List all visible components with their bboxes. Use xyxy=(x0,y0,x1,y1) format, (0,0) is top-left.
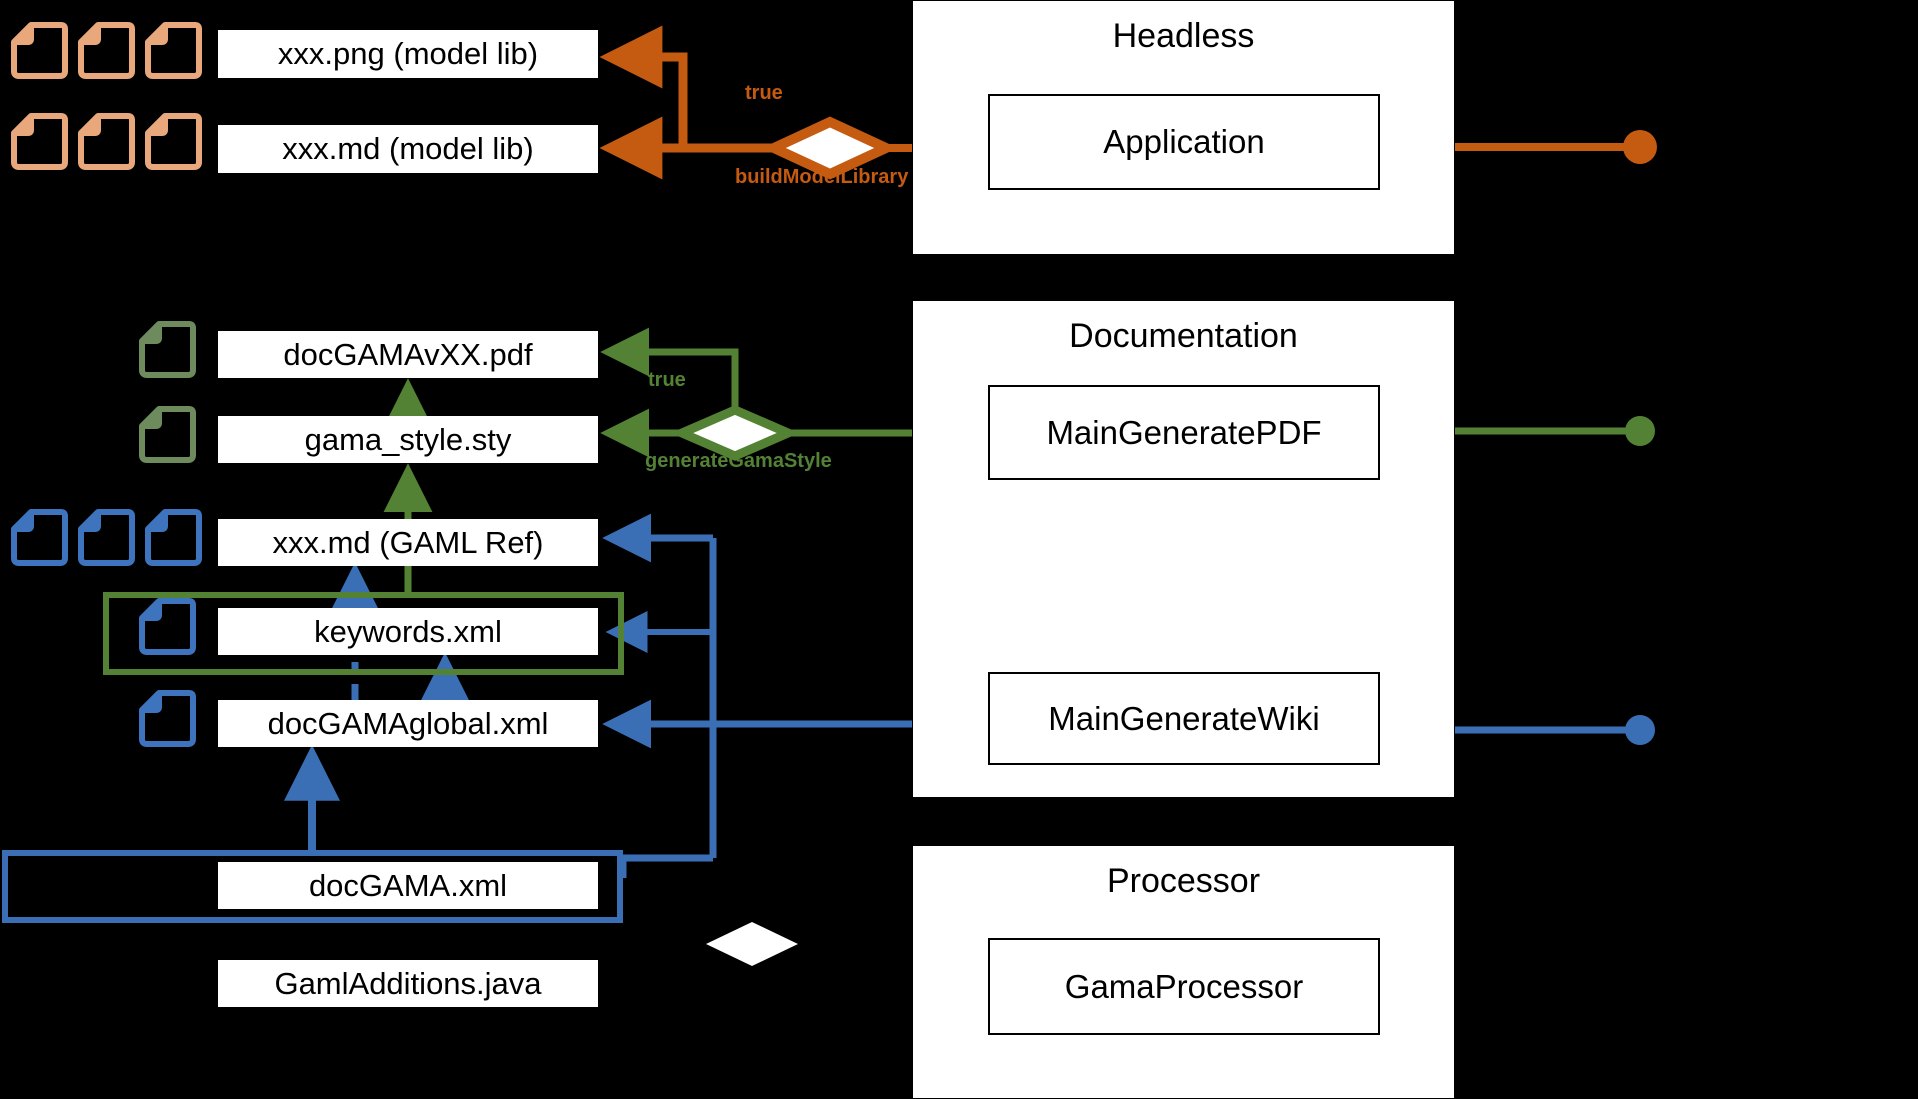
file-docgamavxx-pdf[interactable]: docGAMAvXX.pdf xyxy=(218,331,598,378)
orange-gate-label: buildModelLibrary xyxy=(735,166,909,188)
container-processor-title: Processor xyxy=(1106,862,1261,900)
pdf-doc-icon xyxy=(139,321,196,378)
green-true-label: true xyxy=(648,369,686,391)
unlabeled-gate-shape xyxy=(706,922,798,966)
file-gama-style-sty[interactable]: gama_style.sty xyxy=(218,416,598,463)
documentation-wiki-dot xyxy=(1625,715,1655,745)
sty-doc-icon xyxy=(139,406,196,463)
class-main-generate-pdf[interactable]: MainGeneratePDF xyxy=(988,385,1380,480)
orange-true-label: true xyxy=(745,82,783,104)
container-headless-title: Headless xyxy=(1112,17,1255,55)
gaml-ref-icons xyxy=(11,509,202,566)
file-docgamaglobal-xml[interactable]: docGAMAglobal.xml xyxy=(218,700,598,747)
class-main-generate-wiki[interactable]: MainGenerateWiki xyxy=(988,672,1380,765)
file-docgama-xml[interactable]: docGAMA.xml xyxy=(218,862,598,909)
global-doc-icon xyxy=(139,690,196,747)
file-xxx-md-gaml-ref[interactable]: xxx.md (GAML Ref) xyxy=(218,519,598,566)
class-application[interactable]: Application xyxy=(988,94,1380,190)
headless-start-dot xyxy=(1623,130,1657,164)
png-model-lib-icons xyxy=(11,22,202,79)
documentation-pdf-dot xyxy=(1625,416,1655,446)
file-xxx-md-model-lib[interactable]: xxx.md (model lib) xyxy=(218,125,598,173)
file-gamladditions-java[interactable]: GamlAdditions.java xyxy=(218,960,598,1007)
file-xxx-png-model-lib[interactable]: xxx.png (model lib) xyxy=(218,30,598,78)
diagram-canvas: Headless Documentation Processor Applica… xyxy=(0,0,1918,1099)
class-gama-processor[interactable]: GamaProcessor xyxy=(988,938,1380,1035)
container-documentation-title: Documentation xyxy=(1069,317,1298,355)
md-model-lib-icons xyxy=(11,113,202,170)
file-keywords-xml[interactable]: keywords.xml xyxy=(218,608,598,655)
wire-gate-to-png-model-lib xyxy=(599,25,688,148)
keywords-doc-icon xyxy=(139,598,196,655)
green-gate-label: generateGamaStyle xyxy=(645,450,832,472)
